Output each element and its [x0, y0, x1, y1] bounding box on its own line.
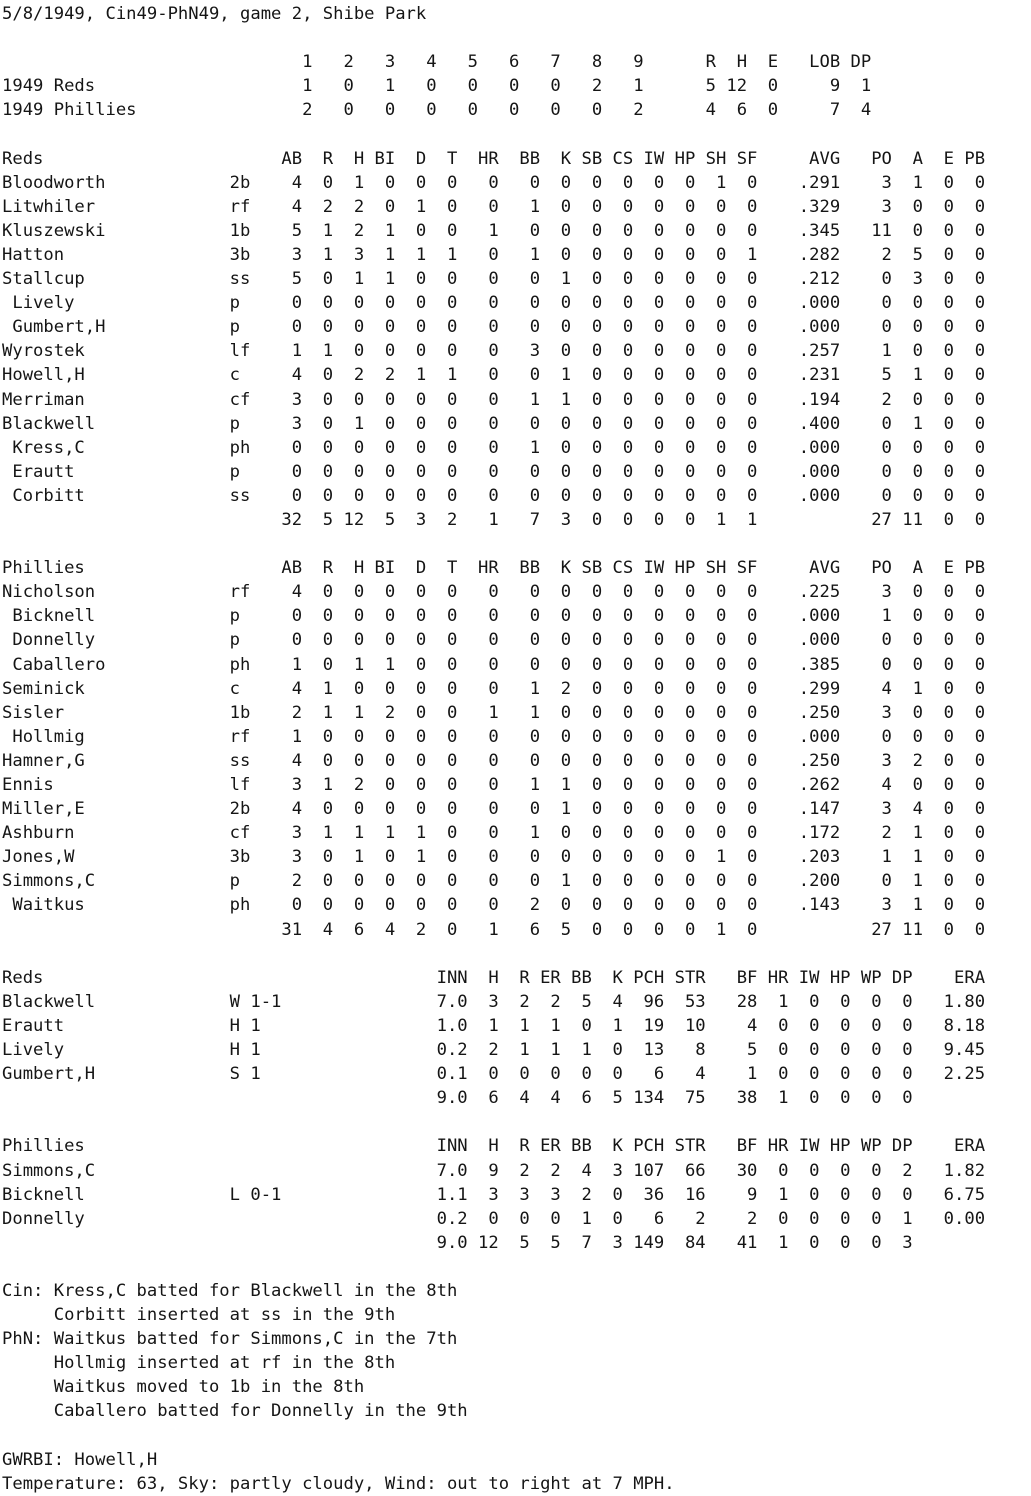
linescore-table: 1 2 3 4 5 6 7 8 9 R H E LOB DP 1949 Reds… [2, 52, 872, 121]
gwrbi-line: GWRBI: Howell,H [2, 1449, 158, 1470]
conditions-line: Temperature: 63, Sky: partly cloudy, Win… [2, 1473, 675, 1494]
box-score-page: 5/8/1949, Cin49-PhN49, game 2, Shibe Par… [0, 0, 1031, 1496]
batting-table-phillies: Phillies AB R H BI D T HR BB K SB CS IW … [2, 558, 986, 940]
batting-table-reds: Reds AB R H BI D T HR BB K SB CS IW HP S… [2, 148, 986, 530]
substitutions-list: Cin: Kress,C batted for Blackwell in the… [2, 1280, 468, 1422]
pitching-table-phillies: Phillies INN H R ER BB K PCH STR BF HR I… [2, 1136, 986, 1253]
pitching-table-reds: Reds INN H R ER BB K PCH STR BF HR IW HP… [2, 967, 986, 1109]
game-title: 5/8/1949, Cin49-PhN49, game 2, Shibe Par… [2, 4, 427, 24]
